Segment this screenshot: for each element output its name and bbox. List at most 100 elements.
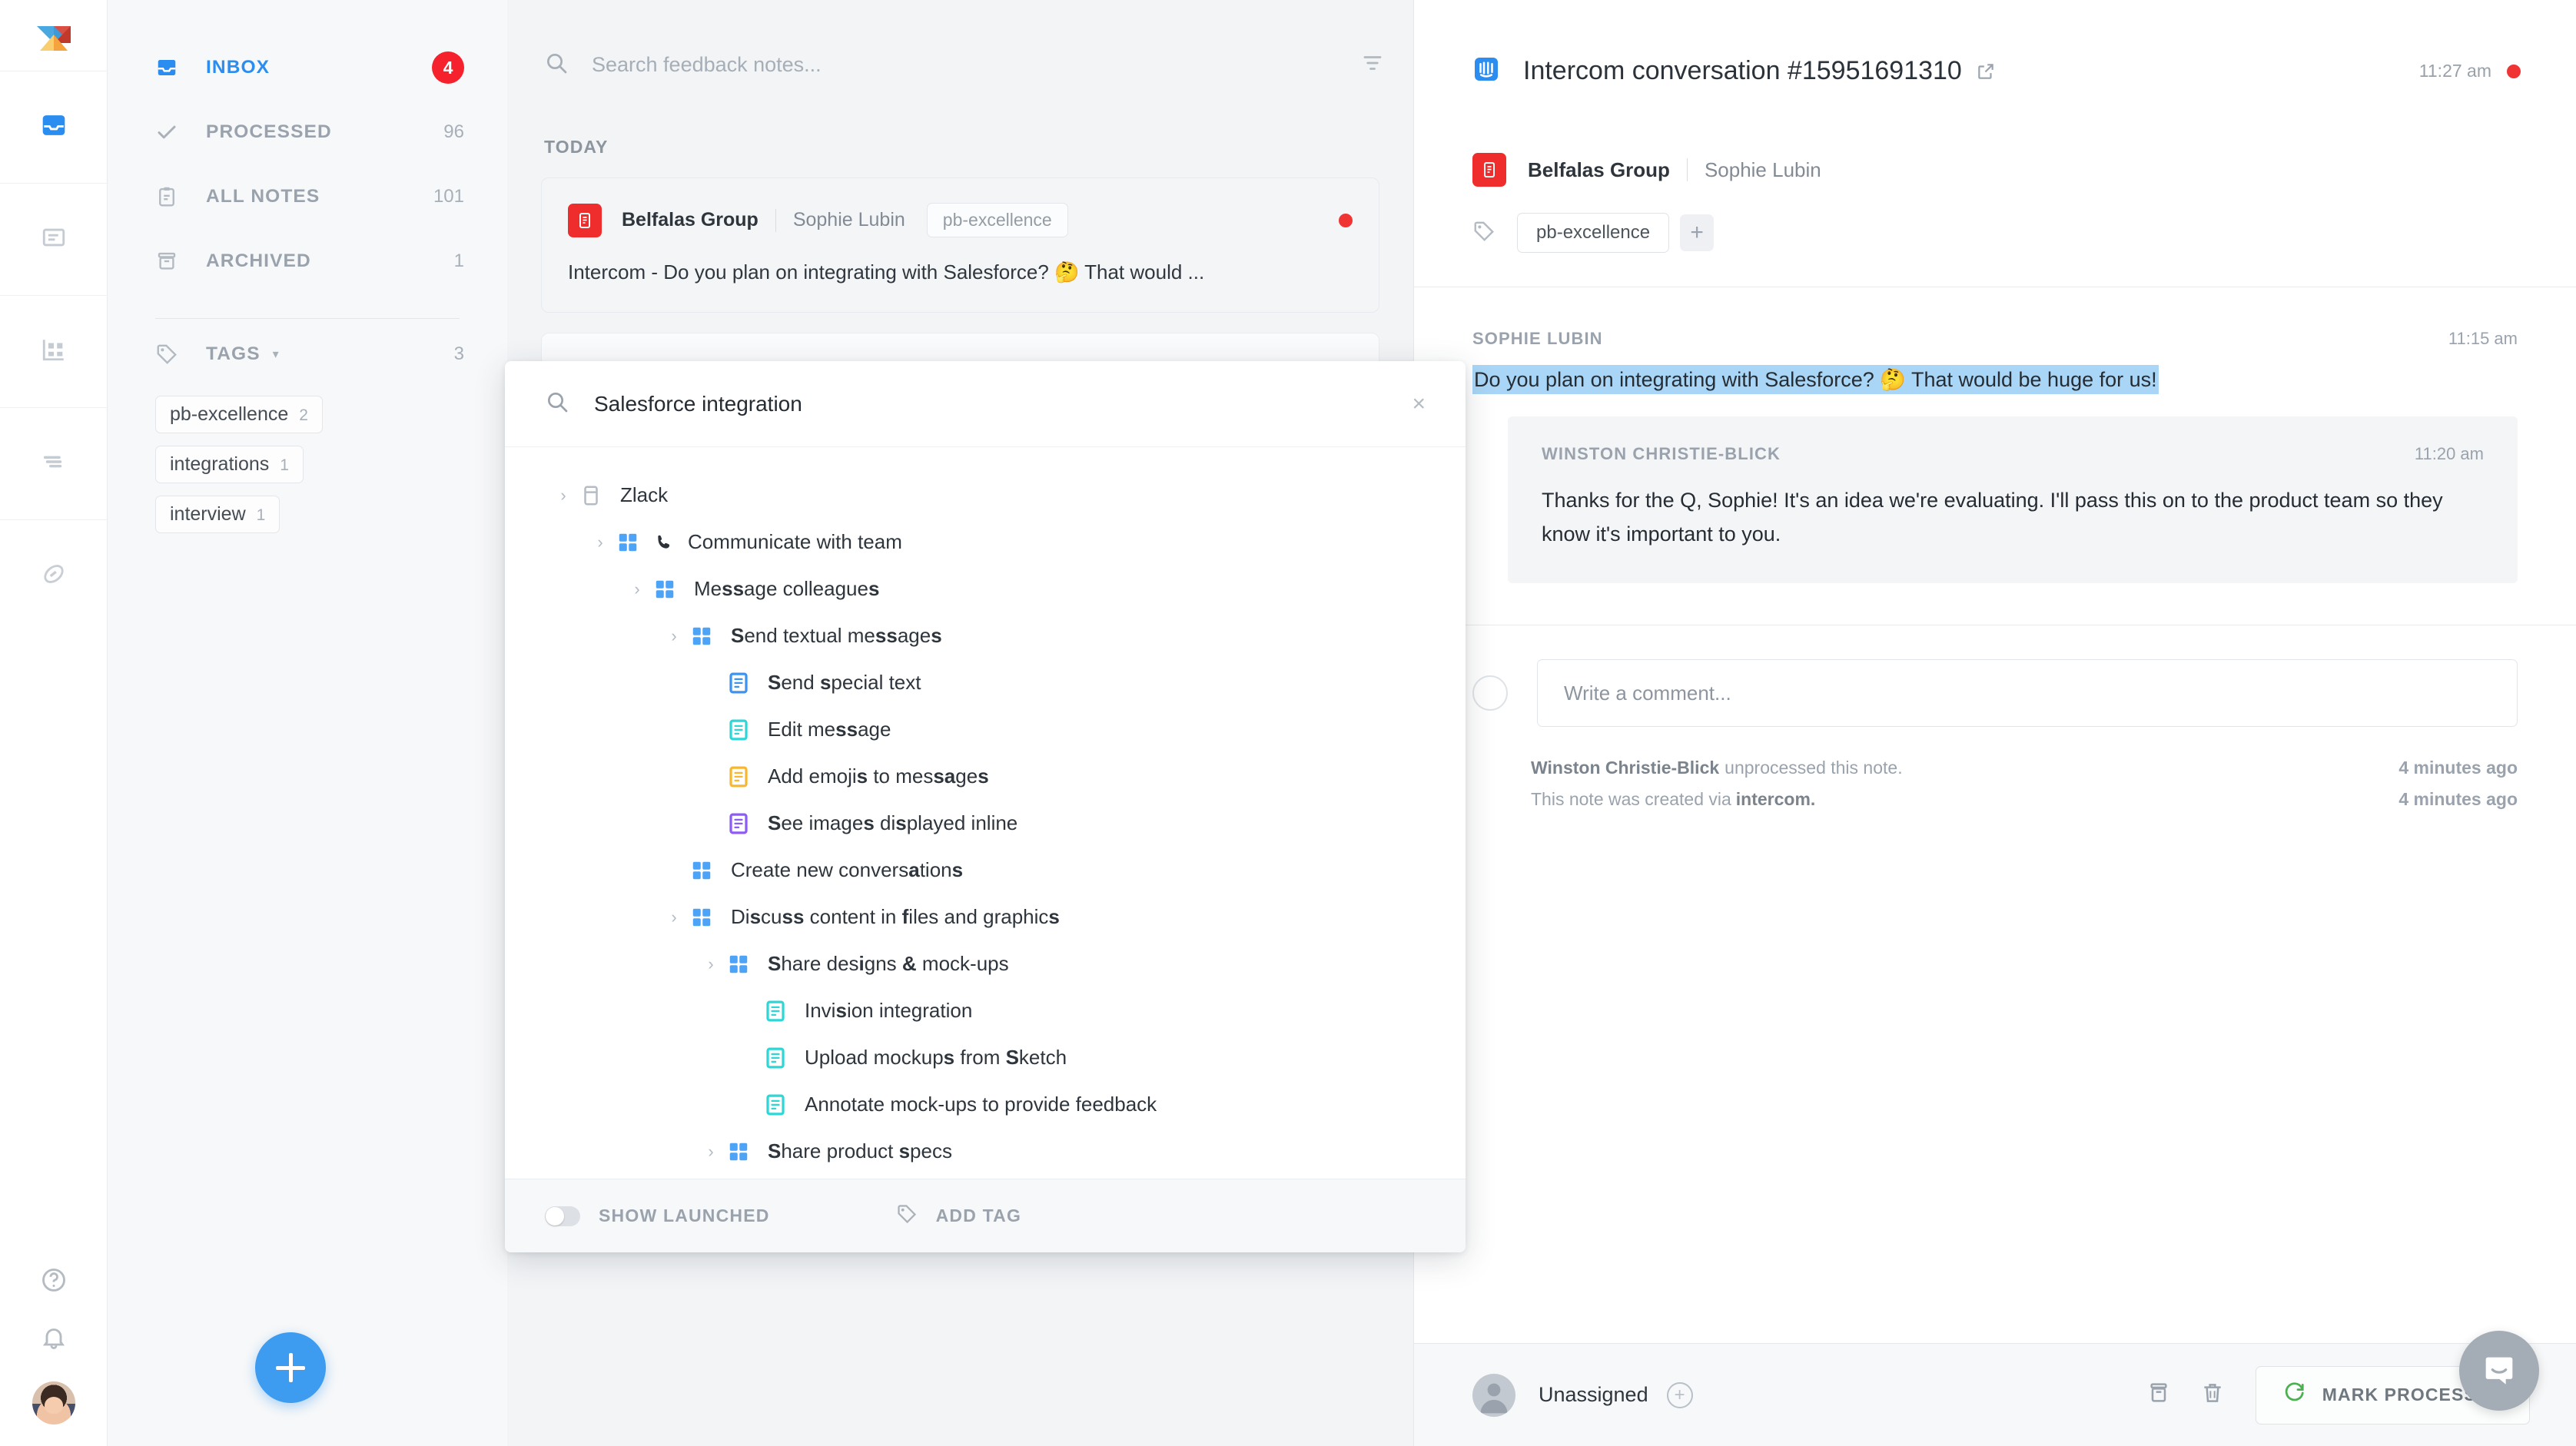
feature-tree-row[interactable]: ›Create new conversations: [505, 847, 1466, 894]
check-icon: [155, 121, 186, 144]
feature-tree-row[interactable]: ›Upload mockups from Sketch: [505, 1034, 1466, 1081]
sidebar-tags-header[interactable]: TAGS ▾ 3: [108, 319, 507, 390]
sidebar-item-processed[interactable]: PROCESSED 96: [108, 100, 507, 164]
feature-tree-row[interactable]: ›See images displayed inline: [505, 800, 1466, 847]
message-text: Thanks for the Q, Sophie! It's an idea w…: [1542, 488, 2443, 546]
note-list-item[interactable]: Belfalas Group Sophie Lubin pb-excellenc…: [541, 177, 1379, 313]
comment-input[interactable]: [1564, 681, 2491, 705]
sidebar-item-label: INBOX: [206, 57, 271, 78]
help-circle-icon[interactable]: [40, 1266, 68, 1298]
add-tag-label: ADD TAG: [935, 1206, 1022, 1225]
archive-icon: [155, 250, 186, 273]
subfeature-icon: [723, 718, 754, 741]
feature-tree-row[interactable]: › Discuss content in files and graphics: [505, 894, 1466, 940]
feature-tree-row[interactable]: ›Annotate mock-ups to provide feedback: [505, 1081, 1466, 1128]
feature-label: Upload mockups from Sketch: [805, 1046, 1067, 1069]
sidebar-tag-list: pb-excellence 2 integrations 1 interview…: [108, 390, 507, 533]
sidebar-tag-item[interactable]: integrations 1: [155, 446, 304, 483]
chevron-right-icon[interactable]: ›: [699, 954, 723, 974]
feature-tree-row[interactable]: ›Send special text: [505, 659, 1466, 706]
add-tag-button[interactable]: +: [1680, 214, 1715, 251]
clipboard-icon: [155, 185, 186, 208]
feature-tree-row[interactable]: ›Add emojis to messages: [505, 753, 1466, 800]
note-tag[interactable]: pb-excellence: [926, 203, 1068, 237]
show-launched-toggle[interactable]: [545, 1206, 580, 1226]
inbox-icon: [155, 56, 186, 79]
detail-tag-pill[interactable]: pb-excellence: [1517, 213, 1670, 253]
message-time: 11:15 am: [2448, 329, 2518, 348]
chevron-right-icon[interactable]: ›: [662, 907, 686, 927]
assignee-label: Unassigned: [1539, 1383, 1648, 1406]
divider: [775, 208, 776, 232]
add-tag-button[interactable]: ADD TAG: [896, 1203, 1021, 1229]
link-to-feature-modal: × › Zlack › Communicate with team › Message c…: [505, 361, 1466, 1252]
note-preview-text: Intercom - Do you plan on integrating wi…: [568, 260, 1205, 284]
tag-label: pb-excellence: [170, 403, 289, 425]
subfeature-icon: [760, 1000, 791, 1023]
archive-icon[interactable]: [2146, 1381, 2171, 1409]
subfeature-icon: [723, 765, 754, 788]
feature-label: Edit message: [768, 718, 891, 741]
rail-item-roadmap[interactable]: [0, 407, 108, 519]
sidebar-tag-item[interactable]: interview 1: [155, 496, 281, 533]
feature-icon: [686, 906, 717, 929]
sidebar-item-archived[interactable]: ARCHIVED 1: [108, 229, 507, 294]
feature-tree-row[interactable]: › Share product specs: [505, 1128, 1466, 1175]
sidebar-tag-item[interactable]: pb-excellence 2: [155, 396, 323, 433]
activity-time: 4 minutes ago: [2398, 758, 2518, 778]
productboard-logo[interactable]: [0, 0, 108, 71]
rail-item-inbox[interactable]: [0, 71, 108, 183]
feature-icon: [723, 1140, 754, 1163]
intercom-chat-icon[interactable]: [2459, 1331, 2539, 1411]
feature-tree-row[interactable]: ›Edit message: [505, 706, 1466, 753]
product-icon: [576, 484, 606, 507]
chevron-right-icon[interactable]: ›: [625, 579, 649, 599]
conversation-thread: SOPHIE LUBIN 11:15 am Do you plan on int…: [1414, 287, 2576, 584]
note-search-row: [507, 29, 1413, 100]
feature-tree-row[interactable]: › Message colleagues: [505, 565, 1466, 612]
avatar[interactable]: [32, 1381, 75, 1424]
chevron-right-icon[interactable]: ›: [551, 486, 576, 506]
external-link-icon[interactable]: [1976, 61, 1996, 81]
tag-count: 1: [256, 506, 266, 524]
bell-icon[interactable]: [40, 1324, 68, 1355]
plus-circle-icon[interactable]: +: [1666, 1381, 1693, 1408]
feature-tree-row[interactable]: › Communicate with team: [505, 519, 1466, 565]
rail-item-portal[interactable]: [0, 519, 108, 632]
user-avatar-icon[interactable]: [1472, 1373, 1515, 1417]
chevron-right-icon[interactable]: ›: [699, 1142, 723, 1162]
comment-box[interactable]: [1537, 659, 2518, 728]
feature-tree-row[interactable]: ›Invision integration: [505, 987, 1466, 1034]
feature-tree: › Zlack › Communicate with team › Message col…: [505, 447, 1466, 1179]
rail-item-notes[interactable]: [0, 183, 108, 295]
feature-tree-row[interactable]: › Share designs & mock-ups: [505, 940, 1466, 987]
roadmap-icon: [41, 449, 67, 479]
trash-icon[interactable]: [2200, 1381, 2225, 1409]
filter-icon[interactable]: [1361, 51, 1384, 78]
inbox-badge: 4: [432, 51, 464, 84]
sidebar-item-all-notes[interactable]: ALL NOTES 101: [108, 164, 507, 229]
feature-label: Share product specs: [768, 1139, 952, 1162]
phone-icon: [654, 532, 674, 552]
chevron-right-icon[interactable]: ›: [662, 626, 686, 646]
feature-tree-row[interactable]: › Send textual messages: [505, 612, 1466, 659]
close-icon[interactable]: ×: [1406, 391, 1432, 417]
search-input[interactable]: [569, 52, 1361, 77]
add-note-button[interactable]: [255, 1332, 326, 1403]
chevron-right-icon[interactable]: ›: [588, 532, 612, 552]
detail-header: Intercom conversation #15951691310 11:27…: [1414, 0, 2576, 142]
feature-icon: [723, 953, 754, 976]
rail-item-features[interactable]: [0, 295, 108, 407]
feature-label: Discuss content in files and graphics: [731, 905, 1060, 928]
feature-label: Create new conversations: [731, 858, 964, 881]
activity-action: unprocessed this note.: [1725, 758, 1903, 778]
feature-tree-row[interactable]: › Zlack: [505, 472, 1466, 519]
inbox-icon: [41, 112, 67, 142]
thread-message: WINSTON CHRISTIE-BLICK 11:20 am Thanks f…: [1508, 416, 2518, 584]
feature-label: Send special text: [768, 671, 921, 694]
sidebar-item-inbox[interactable]: INBOX 4: [108, 35, 507, 100]
feature-search-input[interactable]: [569, 391, 1406, 416]
feature-label: Zlack: [620, 483, 669, 506]
detail-timestamp: 11:27 am: [2418, 61, 2491, 81]
tags-count: 3: [453, 343, 464, 364]
